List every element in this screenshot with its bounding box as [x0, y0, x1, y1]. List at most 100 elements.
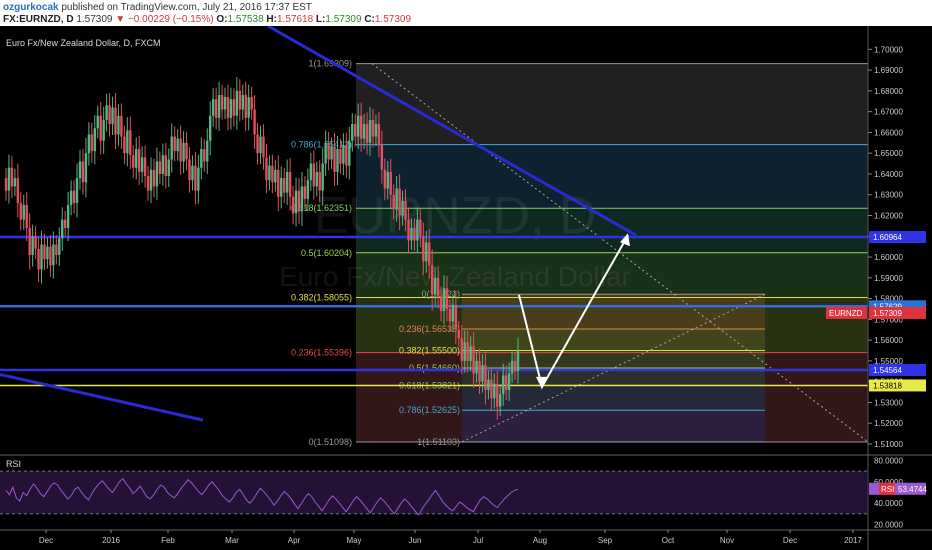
candle-body — [259, 136, 262, 154]
candle-body — [262, 136, 265, 158]
price-tick-label: 1.51000 — [874, 440, 903, 449]
price-tick-label: 1.52000 — [874, 419, 903, 428]
price-tick-label: 1.65000 — [874, 149, 903, 158]
fib-zone — [462, 385, 765, 411]
time-tick-label: Sep — [598, 536, 613, 545]
candle-body — [436, 277, 440, 297]
candle-body — [146, 176, 150, 191]
candle-body — [194, 165, 197, 191]
high-label: H: — [266, 14, 277, 25]
candle-body — [377, 124, 381, 145]
candle-body — [161, 155, 165, 174]
high-value: 1.57618 — [276, 14, 314, 25]
candle-body — [152, 169, 156, 187]
price-axis[interactable] — [868, 26, 932, 550]
watermark-name: Euro Fx/New Zealand Dollar — [279, 261, 631, 292]
candle-body — [206, 140, 209, 162]
candle-body — [271, 165, 274, 183]
candle-body — [282, 178, 286, 193]
candle-body — [330, 146, 333, 160]
price-label-text: 1.60964 — [873, 233, 902, 242]
candle-body — [442, 288, 446, 312]
rsi-value-text: 53.4744 — [898, 485, 927, 494]
author-link[interactable]: ozgurkocak — [3, 2, 59, 13]
open-value: 1.57538 — [227, 14, 264, 25]
candle-body — [158, 161, 162, 174]
candle-body — [69, 190, 73, 206]
candle-body — [457, 329, 461, 339]
candle-body — [108, 105, 111, 125]
candle-body — [410, 227, 413, 241]
price-tick-label: 1.70000 — [874, 45, 903, 54]
candle-body — [362, 124, 366, 139]
candle-body — [481, 365, 484, 382]
candle-body — [61, 219, 64, 239]
candle-body — [170, 136, 173, 160]
candle-body — [472, 346, 475, 374]
candle-body — [398, 188, 401, 216]
time-tick-label: Nov — [720, 536, 734, 545]
rsi-tag-text: RSI — [881, 485, 894, 494]
candle-body — [114, 107, 117, 135]
candle-body — [164, 155, 168, 177]
close-value: 1.57309 — [374, 14, 412, 25]
candle-body — [182, 142, 185, 162]
price-tick-label: 1.53000 — [874, 398, 903, 407]
candle-body — [197, 167, 200, 191]
candle-body — [72, 190, 76, 204]
rsi-tick-label: 80.0000 — [874, 456, 903, 465]
fib-level-label: 0.382(1.58055) — [291, 292, 352, 302]
candle-body — [229, 99, 233, 118]
fib-level-label: 0.236(1.56538) — [399, 324, 460, 334]
candle-body — [111, 107, 114, 125]
candle-body — [58, 238, 61, 255]
last-price: 1.57309 — [76, 14, 113, 25]
candle-body — [419, 219, 422, 237]
candle-body — [288, 171, 292, 197]
candle-body — [404, 200, 407, 220]
candle-body — [49, 246, 52, 266]
candle-body — [137, 149, 141, 172]
candle-body — [105, 105, 108, 120]
candle-body — [34, 236, 37, 249]
time-tick-label: May — [346, 536, 361, 545]
price-label-text: 1.57309 — [873, 309, 902, 318]
candle-body — [392, 194, 395, 210]
candle-body — [167, 159, 170, 177]
candle-body — [496, 383, 499, 407]
publish-line: ozgurkocak published on TradingView.com,… — [3, 2, 312, 13]
time-tick-label: Jul — [473, 536, 483, 545]
fib-level-label: 1(1.51103) — [417, 437, 460, 447]
candle-body — [280, 178, 283, 197]
time-tick-label: Apr — [288, 536, 301, 545]
candle-body — [102, 119, 105, 141]
candle-body — [96, 115, 99, 129]
candle-body — [155, 161, 159, 187]
time-tick-label: Dec — [783, 536, 797, 545]
time-tick-label: Oct — [662, 536, 675, 545]
candle-body — [469, 346, 472, 361]
candle-body — [81, 161, 85, 183]
published-text: published on TradingView.com, July 21, 2… — [61, 2, 312, 13]
candle-body — [339, 149, 342, 164]
price-chart[interactable]: EURNZD, D Euro Fx/New Zealand Dollar 1(1… — [0, 26, 932, 550]
candle-body — [232, 99, 236, 116]
time-tick-label: Jun — [409, 536, 422, 545]
candle-body — [217, 95, 221, 118]
price-label-text: 1.53818 — [873, 381, 902, 390]
candle-body — [16, 178, 20, 204]
candle-body — [493, 383, 496, 399]
price-tick-label: 1.56000 — [874, 336, 903, 345]
candle-body — [425, 242, 428, 262]
fib-zone — [462, 328, 765, 351]
candle-body — [303, 186, 307, 199]
chart-title: Euro Fx/New Zealand Dollar, D, FXCM — [6, 38, 161, 48]
time-tick-label: Aug — [533, 536, 547, 545]
candle-body — [7, 167, 11, 191]
candle-body — [466, 342, 469, 361]
candle-body — [463, 342, 466, 361]
candle-body — [451, 304, 455, 322]
price-tick-label: 1.63000 — [874, 191, 903, 200]
candle-body — [348, 140, 351, 166]
candle-body — [516, 350, 520, 372]
